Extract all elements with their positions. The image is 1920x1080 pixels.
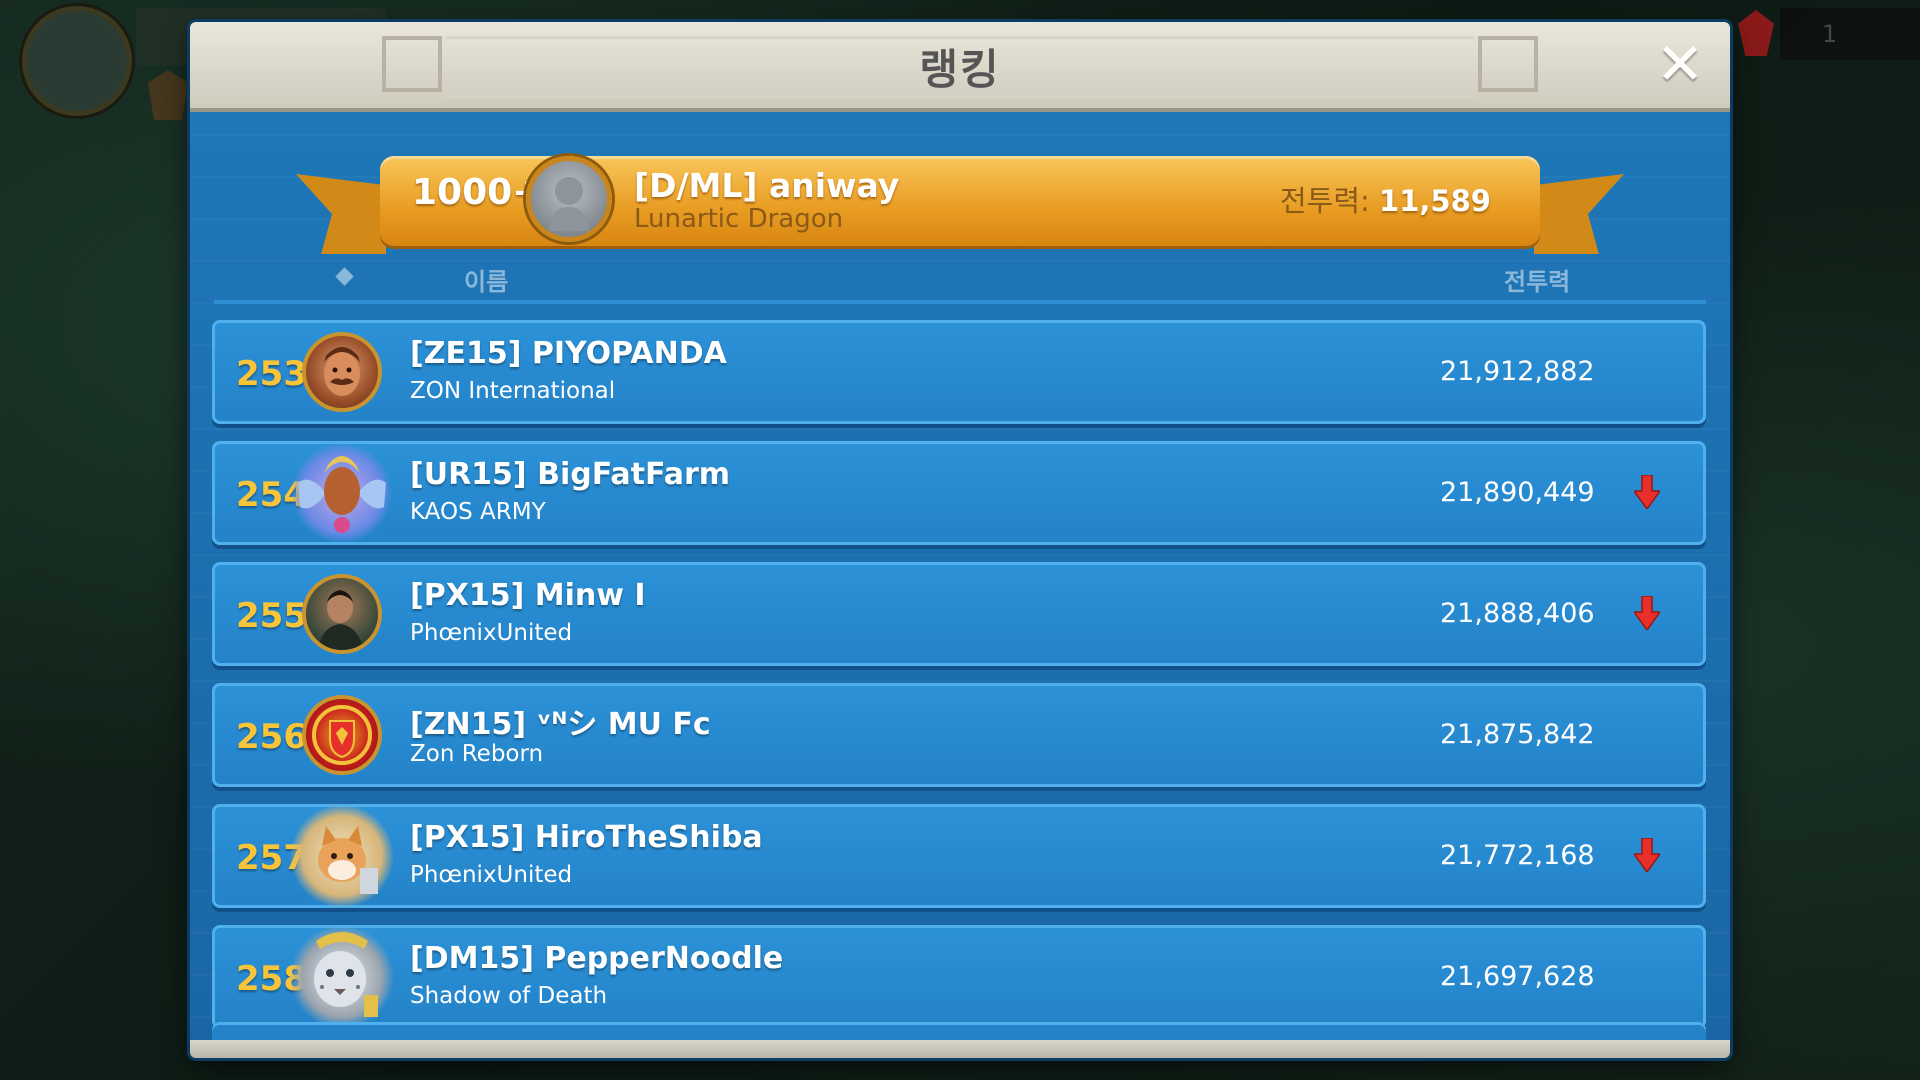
warrior-portrait-icon xyxy=(324,347,360,396)
rank-down-arrow-icon xyxy=(1634,838,1660,872)
row-rank: 253 xyxy=(236,354,307,394)
photo-portrait-icon xyxy=(318,590,364,650)
player-power: 21,912,882 xyxy=(1440,356,1595,387)
ranking-row[interactable]: 257 [PX15] HiroTheShiba PhœnixUnited 21,… xyxy=(212,804,1706,908)
dialog-bottom-frame xyxy=(190,1040,1730,1058)
my-power: 전투력: 11,589 xyxy=(1280,178,1491,220)
column-header-power: 전투력 xyxy=(1504,268,1571,296)
player-power: 21,875,842 xyxy=(1440,719,1595,750)
column-header: 이름 전투력 xyxy=(214,248,1706,304)
player-avatar[interactable] xyxy=(290,927,394,1027)
rank-down-arrow-icon xyxy=(1634,475,1660,509)
alliance-name: PhœnixUnited xyxy=(410,862,573,888)
rank-down-arrow-icon xyxy=(1634,596,1660,630)
alliance-name: PhœnixUnited xyxy=(410,620,573,646)
ranking-row[interactable]: 253 [ZE15] PIYOPANDA ZON International 2… xyxy=(212,320,1706,424)
my-power-value: 11,589 xyxy=(1379,184,1491,218)
player-power: 21,697,628 xyxy=(1440,961,1595,992)
player-power: 21,888,406 xyxy=(1440,598,1595,629)
diamond-icon xyxy=(335,267,354,286)
my-avatar[interactable] xyxy=(526,156,612,242)
alliance-name: Zon Reborn xyxy=(410,741,544,767)
ranking-row[interactable]: 254 [UR15] BigFatFarm KAOS ARMY 21,890,4… xyxy=(212,441,1706,545)
alliance-name: Shadow of Death xyxy=(410,983,608,1009)
football-crest-icon xyxy=(312,705,372,765)
dialog-titlebar: 랭킹 ✕ xyxy=(190,22,1730,112)
row-rank: 255 xyxy=(236,596,307,636)
player-name: [ZE15] PIYOPANDA xyxy=(410,336,727,371)
background-counter: 1 xyxy=(1780,8,1920,60)
player-avatar[interactable] xyxy=(290,806,394,906)
player-avatar[interactable] xyxy=(302,574,382,654)
ranking-dialog: 랭킹 ✕ 1000+ [D/ML] aniway Lunartic Dragon… xyxy=(190,22,1730,1058)
silhouette-icon xyxy=(549,177,589,231)
player-name: [DM15] PepperNoodle xyxy=(410,941,784,976)
player-power: 21,772,168 xyxy=(1440,840,1595,871)
player-power: 21,890,449 xyxy=(1440,477,1595,508)
alliance-name: KAOS ARMY xyxy=(410,499,546,525)
my-power-label: 전투력: xyxy=(1280,184,1370,218)
player-name: [PX15] HiroTheShiba xyxy=(410,820,763,855)
column-header-name: 이름 xyxy=(464,268,509,296)
ranking-row[interactable]: 256 [ZN15] ᵛᴺシ MU Fc Zon Reborn 21,875,8… xyxy=(212,683,1706,787)
background-player-avatar xyxy=(22,6,132,116)
player-avatar[interactable] xyxy=(290,443,394,543)
my-rank: 1000+ xyxy=(412,172,543,213)
snow-leopard-portrait-icon xyxy=(314,932,378,1017)
row-rank: 256 xyxy=(236,717,307,757)
dialog-title: 랭킹 xyxy=(919,45,1001,94)
shiba-portrait-icon xyxy=(318,826,378,894)
my-player-name: [D/ML] aniway xyxy=(634,166,900,205)
my-alliance-name: Lunartic Dragon xyxy=(634,204,844,234)
ranking-row[interactable]: 258 [DM15] PepperNoodle Shadow of Death … xyxy=(212,925,1706,1029)
player-name: [UR15] BigFatFarm xyxy=(410,457,731,492)
winged-knight-portrait-icon xyxy=(298,456,386,533)
player-avatar[interactable] xyxy=(302,332,382,412)
ranking-row[interactable]: 255 [PX15] Minw I PhœnixUnited 21,888,40… xyxy=(212,562,1706,666)
player-avatar[interactable] xyxy=(302,695,382,775)
close-button[interactable]: ✕ xyxy=(1652,35,1708,93)
alliance-name: ZON International xyxy=(410,378,616,404)
player-name: [ZN15] ᵛᴺシ MU Fc xyxy=(410,707,711,742)
my-rank-banner[interactable]: 1000+ [D/ML] aniway Lunartic Dragon 전투력:… xyxy=(380,156,1540,246)
player-name: [PX15] Minw I xyxy=(410,578,646,613)
